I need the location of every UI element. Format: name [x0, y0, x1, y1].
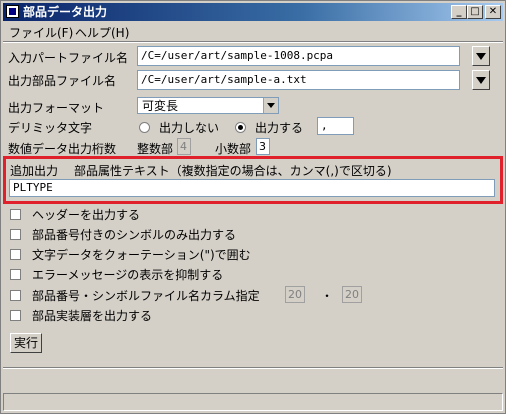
menu-bar: ファイル(F) ヘルプ(H): [3, 22, 503, 40]
option-checkbox[interactable]: [10, 310, 21, 321]
column-separator: ・: [321, 289, 334, 303]
app-icon: [6, 5, 19, 18]
triangle-down-icon: [476, 77, 486, 84]
delimiter-yes-label: 出力する: [255, 121, 304, 135]
option-checkbox[interactable]: [10, 249, 21, 260]
option-checkbox[interactable]: [10, 229, 21, 240]
status-bar: [3, 393, 503, 411]
option-label: 部品番号付きのシンボルのみ出力する: [32, 228, 237, 242]
option-label: 部品実装層を出力する: [32, 309, 153, 323]
delimiter-radio-no[interactable]: [139, 122, 150, 133]
digits-label: 数値データ出力桁数: [8, 142, 117, 156]
delimiter-char-field[interactable]: ,: [317, 117, 354, 135]
option-label: エラーメッセージの表示を抑制する: [32, 268, 224, 282]
execute-button[interactable]: 実行: [10, 333, 42, 353]
maximize-button[interactable]: □: [467, 5, 483, 19]
window-title: 部品データ出力: [23, 5, 108, 19]
option-checkbox[interactable]: [10, 209, 21, 220]
dec-digits-field[interactable]: 3: [256, 138, 270, 155]
format-value: 可変長: [142, 99, 179, 113]
output-file-label: 出力部品ファイル名: [8, 74, 117, 88]
option-checkbox[interactable]: [10, 290, 21, 301]
minimize-button[interactable]: _: [451, 5, 467, 19]
chevron-down-icon: [267, 103, 275, 108]
menu-help[interactable]: ヘルプ(H): [75, 24, 129, 41]
menu-divider: [3, 41, 503, 43]
column-a-field[interactable]: 20: [285, 286, 305, 303]
close-button[interactable]: ✕: [485, 5, 501, 19]
input-file-label: 入力パートファイル名: [8, 51, 129, 65]
format-select[interactable]: 可変長: [137, 97, 279, 114]
delimiter-no-label: 出力しない: [159, 121, 220, 135]
menu-file[interactable]: ファイル(F): [9, 24, 73, 41]
option-label: ヘッダーを出力する: [32, 208, 141, 222]
option-checkbox[interactable]: [10, 269, 21, 280]
extra-output-field[interactable]: PLTYPE: [9, 179, 495, 197]
input-file-browse-button[interactable]: [472, 46, 490, 66]
option-label: 文字データをクォーテーション(")で囲む: [32, 248, 251, 262]
input-file-field[interactable]: /C=/user/art/sample-1008.pcpa: [137, 46, 460, 66]
extra-output-label: 追加出力: [10, 164, 59, 178]
option-label: 部品番号・シンボルファイル名カラム指定: [32, 289, 260, 303]
int-digits-field[interactable]: 4: [177, 138, 191, 155]
extra-output-desc: 部品属性テキスト（複数指定の場合は、カンマ(,)で区切る): [74, 164, 392, 178]
delimiter-radio-yes[interactable]: [235, 122, 246, 133]
dec-digits-label: 小数部: [215, 142, 252, 156]
app-window: 部品データ出力 _ □ ✕ ファイル(F) ヘルプ(H) 入力パートファイル名 …: [0, 0, 506, 414]
dropdown-button[interactable]: [263, 98, 278, 113]
bottom-divider: [3, 367, 503, 369]
int-digits-label: 整数部: [137, 142, 174, 156]
output-file-browse-button[interactable]: [472, 70, 490, 90]
column-b-field[interactable]: 20: [342, 286, 362, 303]
triangle-down-icon: [476, 53, 486, 60]
format-label: 出力フォーマット: [8, 101, 105, 115]
output-file-field[interactable]: /C=/user/art/sample-a.txt: [137, 70, 460, 90]
title-bar[interactable]: 部品データ出力 _ □ ✕: [3, 3, 503, 21]
delimiter-label: デリミッタ文字: [8, 121, 93, 135]
